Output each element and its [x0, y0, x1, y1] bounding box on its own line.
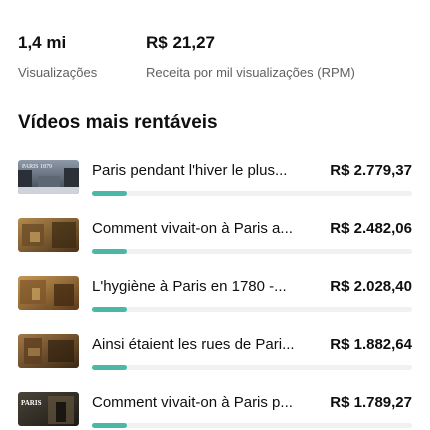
video-thumbnail: PARIS	[18, 392, 79, 426]
video-revenue: R$ 2.028,40	[330, 278, 412, 295]
revenue-bar-fill	[92, 249, 128, 254]
video-item[interactable]: Comment vivait-on à Paris a... R$ 2.482,…	[18, 218, 412, 276]
rpm-value: R$ 21,27	[146, 33, 215, 52]
video-thumbnail: PARIS 1879	[18, 160, 79, 194]
video-thumbnail	[18, 334, 79, 368]
thumbnail-caption: PARIS 1879	[22, 164, 52, 170]
video-revenue: R$ 2.779,37	[330, 162, 412, 179]
video-item[interactable]: PARIS Comment vivait-on à Paris p... R$ …	[18, 392, 412, 430]
revenue-bar-fill	[92, 365, 128, 370]
top-videos-list: PARIS 1879 Paris pendant l'hiver le plus…	[18, 160, 412, 430]
revenue-bar-fill	[92, 191, 128, 196]
views-label: Visualizações	[18, 65, 98, 80]
rpm-stat: R$ 21,27 Receita por mil visualizações (…	[146, 33, 355, 81]
video-item[interactable]: Ainsi étaient les rues de Pari... R$ 1.8…	[18, 334, 412, 392]
video-title[interactable]: Comment vivait-on à Paris p...	[92, 392, 306, 414]
section-title: Vídeos mais rentáveis	[18, 112, 218, 133]
revenue-bar-track	[92, 307, 412, 312]
revenue-bar-fill	[92, 307, 128, 312]
video-title[interactable]: Paris pendant l'hiver le plus...	[92, 160, 306, 182]
video-item[interactable]: L'hygiène à Paris en 1780 -... R$ 2.028,…	[18, 276, 412, 334]
revenue-bar-track	[92, 365, 412, 370]
video-revenue: R$ 1.882,64	[330, 336, 412, 353]
views-value: 1,4 mi	[18, 33, 67, 52]
revenue-bar-track	[92, 423, 412, 428]
video-title[interactable]: L'hygiène à Paris en 1780 -...	[92, 276, 306, 298]
video-title[interactable]: Ainsi étaient les rues de Pari...	[92, 334, 306, 356]
stats-row: 1,4 mi Visualizações R$ 21,27 Receita po…	[18, 33, 412, 81]
video-title[interactable]: Comment vivait-on à Paris a...	[92, 218, 306, 240]
video-revenue: R$ 2.482,06	[330, 220, 412, 237]
views-stat: 1,4 mi Visualizações	[18, 33, 146, 81]
revenue-bar-track	[92, 191, 412, 196]
video-revenue: R$ 1.789,27	[330, 394, 412, 411]
revenue-bar-fill	[92, 423, 128, 428]
video-thumbnail	[18, 276, 79, 310]
thumbnail-caption: PARIS	[21, 399, 42, 407]
rpm-label: Receita por mil visualizações (RPM)	[146, 65, 355, 80]
video-thumbnail	[18, 218, 79, 252]
video-item[interactable]: PARIS 1879 Paris pendant l'hiver le plus…	[18, 160, 412, 218]
revenue-bar-track	[92, 249, 412, 254]
